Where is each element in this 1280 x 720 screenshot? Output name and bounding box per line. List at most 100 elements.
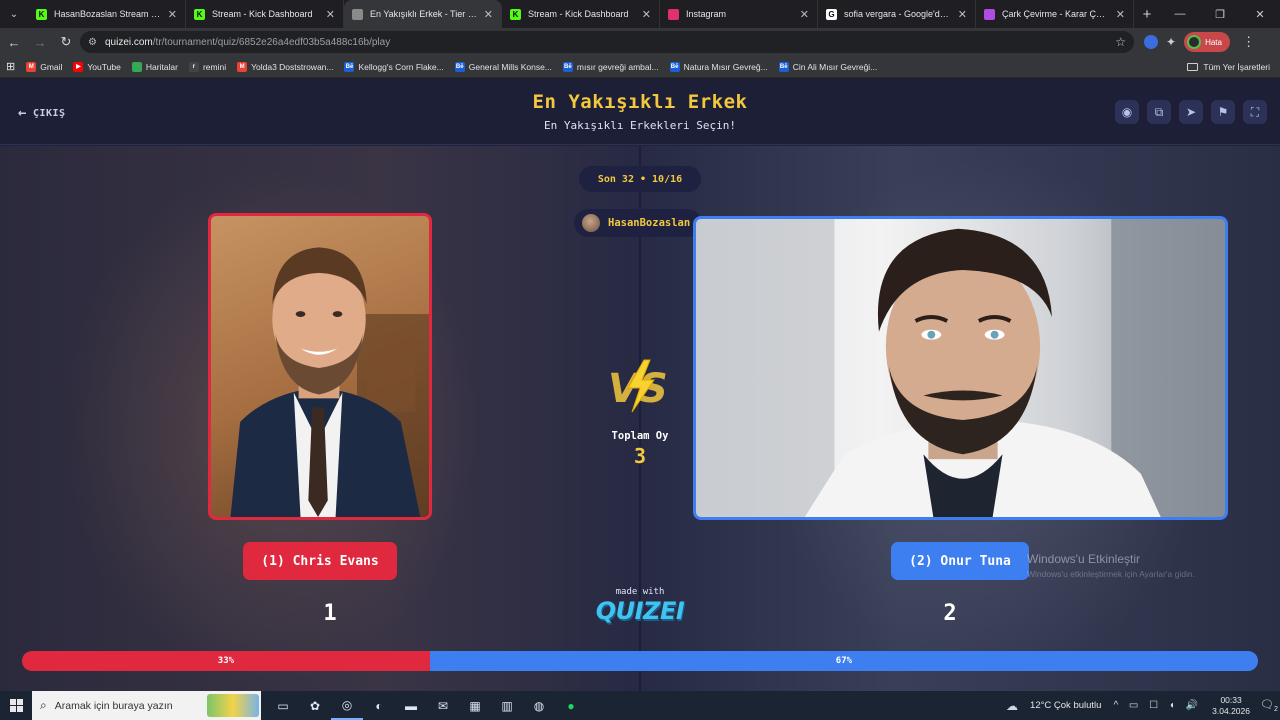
tab-close-icon[interactable]: ✕ xyxy=(1116,8,1125,21)
contestant-right-photo xyxy=(696,219,1225,517)
taskbar-search[interactable]: ⌕ Aramak için buraya yazın xyxy=(32,691,261,720)
spotify-icon[interactable]: ● xyxy=(555,691,587,720)
bookmark-star-icon[interactable]: ☆ xyxy=(1115,35,1126,49)
tab-6[interactable]: Gsofia vergara - Google'da Ara ✕ xyxy=(818,0,976,28)
profile-button[interactable]: Hata xyxy=(1184,32,1231,52)
search-highlight-image xyxy=(207,694,259,717)
left-percentage-fill: 33% xyxy=(22,651,430,671)
bookmark-item[interactable]: Bē Natura Mısır Gevreğ... xyxy=(669,61,768,72)
pinned-apps: ▭ ✿ ◎ ◐ ▬ ✉ ▦ ▥ ◍ ● xyxy=(267,691,587,720)
outlook-icon[interactable]: ✉ xyxy=(427,691,459,720)
extension-icon[interactable] xyxy=(1144,35,1158,49)
system-tray: ☁ 12°C Çok bulutlu ^ ▭ ☐ ◖ 🔊 00:33 3.04.… xyxy=(1006,695,1280,717)
bookmark-label: Natura Mısır Gevreğ... xyxy=(683,61,768,72)
bookmark-item[interactable]: r remini xyxy=(188,61,226,72)
task-view-icon[interactable]: ▭ xyxy=(267,691,299,720)
bookmark-favicon-icon: Bē xyxy=(344,61,355,72)
close-window-icon[interactable]: ✕ xyxy=(1240,8,1280,21)
minimize-icon[interactable]: — xyxy=(1160,8,1200,21)
winrar-icon[interactable]: ▥ xyxy=(491,691,523,720)
tab-favicon-icon: K xyxy=(194,8,205,20)
share-icon[interactable]: ⧉ xyxy=(1147,100,1171,124)
bookmark-label: Yolda3 Doststrowan... xyxy=(251,61,334,72)
tray-icons[interactable]: ^ ▭ ☐ ◖ 🔊 xyxy=(1113,700,1202,711)
bookmark-label: General Mills Konse... xyxy=(468,61,552,72)
bookmark-label: Gmail xyxy=(40,61,63,72)
edge-icon[interactable]: ◐ xyxy=(363,691,395,720)
tab-2[interactable]: K Stream - Kick Dashboard ✕ xyxy=(186,0,344,28)
menu-kebab-icon[interactable]: ⋮ xyxy=(1242,34,1255,50)
bookmark-item[interactable]: Bē mısır gevreği ambal... xyxy=(562,61,659,72)
bookmark-item[interactable]: Bē Kellogg's Corn Flake... xyxy=(344,61,444,72)
bookmark-label: Cin Ali Mısır Gevreği... xyxy=(792,61,878,72)
tab-close-icon[interactable]: ✕ xyxy=(642,8,651,21)
file-explorer-icon[interactable]: ▬ xyxy=(395,691,427,720)
bookmark-list: M Gmail ▶ YouTube Haritalar r remini M Yolda3 Do… xyxy=(26,61,888,72)
apps-grid-icon[interactable]: ⊞ xyxy=(6,60,15,73)
new-tab-button[interactable]: + xyxy=(1134,6,1160,23)
forward-arrow-icon[interactable]: → xyxy=(28,35,52,50)
bookmark-item[interactable]: ▶ YouTube xyxy=(73,61,121,72)
bookmark-label: Kellogg's Corn Flake... xyxy=(358,61,444,72)
vote-percentage-bar: 33% 67% xyxy=(22,651,1258,671)
bookmark-label: Haritalar xyxy=(145,61,178,72)
total-votes-value: 3 xyxy=(633,444,647,468)
right-percentage-label: 67% xyxy=(835,656,853,666)
flag-icon[interactable]: ⚑ xyxy=(1211,100,1235,124)
clock[interactable]: 00:33 3.04.2026 xyxy=(1212,695,1250,717)
eye-icon[interactable]: ◉ xyxy=(1115,100,1139,124)
store-icon[interactable]: ▦ xyxy=(459,691,491,720)
vote-right-button[interactable]: (2) Onur Tuna xyxy=(891,542,1029,580)
quiz-header: ← ÇIKIŞ En Yakışıklı Erkek En Yakışıklı … xyxy=(0,79,1280,145)
tab-4[interactable]: K Stream - Kick Dashboard ✕ xyxy=(502,0,660,28)
send-icon[interactable]: ➤ xyxy=(1179,100,1203,124)
start-button[interactable] xyxy=(0,691,32,720)
tab-title: Stream - Kick Dashboard xyxy=(528,9,629,19)
right-percentage-fill: 67% xyxy=(429,651,1258,671)
bookmark-favicon-icon: ▶ xyxy=(73,61,84,72)
all-bookmarks-button[interactable]: Tüm Yer İşaretleri xyxy=(1187,62,1270,72)
tab-7[interactable]: Çark Çevirme - Karar Çarkı! ✕ xyxy=(976,0,1134,28)
site-info-icon[interactable]: ⚙ xyxy=(88,37,97,48)
left-vote-count: 1 xyxy=(323,601,337,626)
tab-1[interactable]: K HasanBozaslan Stream - Watch ✕ xyxy=(28,0,186,28)
tab-close-icon[interactable]: ✕ xyxy=(326,8,335,21)
extensions-puzzle-icon[interactable]: ✦ xyxy=(1166,35,1176,49)
tab-close-icon[interactable]: ✕ xyxy=(484,8,493,21)
streamer-badge: HasanBozaslan xyxy=(574,209,703,237)
vote-left-button[interactable]: (1) Chris Evans xyxy=(243,542,397,580)
tab-favicon-icon: K xyxy=(36,8,47,20)
contestant-right-card[interactable] xyxy=(693,216,1228,520)
tab-favicon-icon xyxy=(352,8,363,20)
taskbar: ⌕ Aramak için buraya yazın ▭ ✿ ◎ ◐ ▬ ✉ ▦… xyxy=(0,691,1280,720)
bookmark-favicon-icon: Bē xyxy=(669,61,680,72)
activation-watermark-sub: Windows'u etkinleştirmek için Ayarlar'a … xyxy=(1027,569,1195,579)
bookmark-item[interactable]: Bē Cin Ali Mısır Gevreği... xyxy=(778,61,878,72)
address-bar[interactable]: ⚙ quizei.com/tr/tournament/quiz/6852e26a… xyxy=(80,31,1134,53)
weather-widget[interactable]: ☁ 12°C Çok bulutlu xyxy=(1006,699,1101,713)
bookmark-item[interactable]: Bē General Mills Konse... xyxy=(454,61,552,72)
tab-search-chevron-icon[interactable]: ⌄ xyxy=(0,0,28,28)
chrome-icon[interactable]: ◎ xyxy=(331,691,363,720)
bookmark-item[interactable]: M Gmail xyxy=(26,61,63,72)
windows-logo-icon xyxy=(9,699,23,712)
toolbar: ← → ↻ ⚙ quizei.com/tr/tournament/quiz/68… xyxy=(0,28,1280,56)
tab-close-icon[interactable]: ✕ xyxy=(168,8,177,21)
tab-title: Çark Çevirme - Karar Çarkı! xyxy=(1002,9,1110,19)
tab-3[interactable]: En Yakışıklı Erkek - Tier List, Kör ✕ xyxy=(344,0,502,28)
fullscreen-icon[interactable]: ⛶ xyxy=(1243,100,1267,124)
quizei-logo[interactable]: QUIZEI xyxy=(590,597,690,625)
obs-icon[interactable]: ◍ xyxy=(523,691,555,720)
tab-close-icon[interactable]: ✕ xyxy=(958,8,967,21)
tab-title: En Yakışıklı Erkek - Tier List, Kör xyxy=(370,9,478,19)
contestant-left-card[interactable] xyxy=(208,213,432,520)
reload-icon[interactable]: ↻ xyxy=(54,34,78,50)
back-arrow-icon[interactable]: ← xyxy=(2,35,26,50)
tab-5[interactable]: Instagram ✕ xyxy=(660,0,818,28)
copilot-icon[interactable]: ✿ xyxy=(299,691,331,720)
restore-icon[interactable]: ❐ xyxy=(1200,8,1240,21)
tab-close-icon[interactable]: ✕ xyxy=(800,8,809,21)
bookmark-item[interactable]: M Yolda3 Doststrowan... xyxy=(237,61,334,72)
notification-icon[interactable]: 🗨2 xyxy=(1258,698,1280,713)
bookmark-item[interactable]: Haritalar xyxy=(131,61,178,72)
